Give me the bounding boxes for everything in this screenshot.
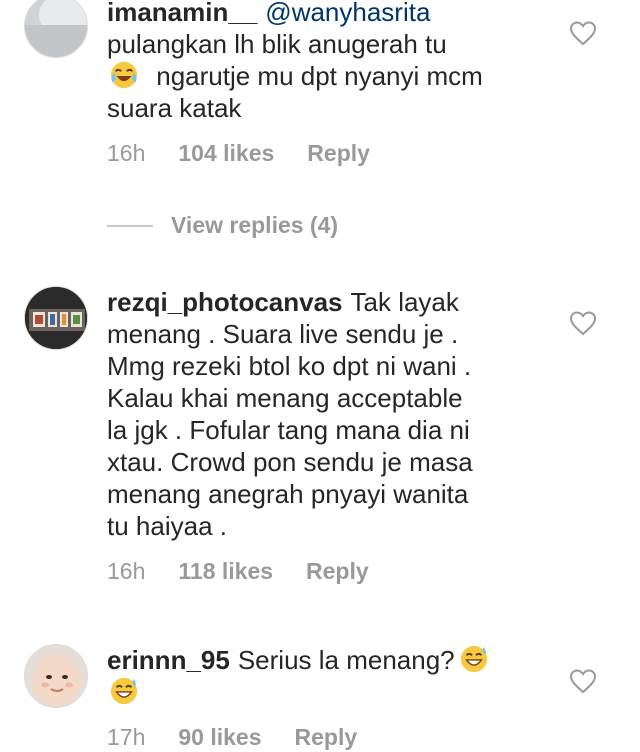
avatar[interactable] [24,0,88,58]
comment-meta: 16h 118 likes Reply [107,558,369,585]
comment-text-line: pulangkan lh blik anugerah tu [107,29,447,59]
comment-text-line: Mmg rezeki btol ko dpt ni wani . [107,351,472,381]
username[interactable]: imanamin__ [107,0,257,27]
timestamp[interactable]: 17h [107,724,145,751]
avatar[interactable] [24,286,88,350]
comment-meta: 17h 90 likes Reply [107,724,357,751]
view-replies-label: View replies (4) [171,212,339,238]
comment-text-line: menang anegrah pnyayi wanita [107,479,469,509]
mention-link[interactable]: @wanyhasrita [265,0,430,27]
comment-body: rezqi_photocanvas Tak layak menang . Suar… [107,286,527,542]
likes-count[interactable]: 90 likes [178,724,261,751]
heart-icon[interactable] [569,20,597,46]
likes-count[interactable]: 118 likes [178,558,273,585]
comment-body: erinnn_95 Serius la menang? [107,644,527,708]
comment-body: imanamin__ @wanyhasrita pulangkan lh blik… [107,0,527,124]
likes-count[interactable]: 104 likes [178,140,274,167]
grinning-sweat-emoji [110,677,138,705]
reply-button[interactable]: Reply [306,558,369,585]
reply-button[interactable]: Reply [307,140,370,167]
comment-text-line: Tak layak [350,287,459,317]
comment-text-line: suara katak [107,93,242,123]
username[interactable]: erinnn_95 [107,645,230,675]
grinning-sweat-emoji [460,645,487,673]
tears-of-joy-emoji [110,61,138,89]
comment-text-line: xtau. Crowd pon sendu je masa [107,447,473,477]
username[interactable]: rezqi_photocanvas [107,287,343,317]
comment-meta: 16h 104 likes Reply [107,140,370,167]
avatar[interactable] [24,644,88,708]
view-replies-button[interactable]: View replies (4) [107,212,338,239]
heart-icon[interactable] [569,668,597,694]
comment-text-line: tu haiyaa . [107,511,227,541]
timestamp[interactable]: 16h [107,558,145,585]
comment-text-line: la jgk . Fofular tang mana dia ni [107,415,470,445]
comment-text-line: Serius la menang? [237,645,455,675]
comment-text-line: Kalau khai menang acceptable [107,383,463,413]
comment-text-line: menang . Suara live sendu je . [107,319,459,349]
divider [107,224,153,227]
reply-button[interactable]: Reply [295,724,358,751]
comment-text-line: ngarutje mu dpt nyanyi mcm [156,61,483,91]
heart-icon[interactable] [569,310,597,336]
timestamp[interactable]: 16h [107,140,145,167]
